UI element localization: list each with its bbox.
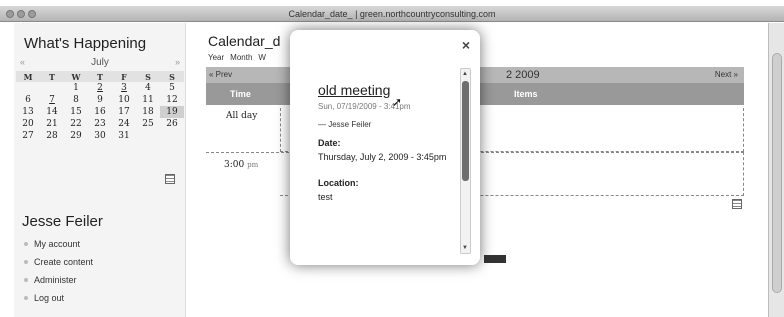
prev-link[interactable]: « Prev [209, 70, 232, 79]
window-title: Calendar_date_ | green.northcountryconsu… [288, 9, 496, 19]
calendar-day-today[interactable]: 19 [160, 106, 184, 118]
all-day-label: All day [226, 111, 258, 121]
weekday-header: F [112, 71, 136, 82]
calendar-day[interactable]: 14 [40, 106, 64, 118]
close-icon[interactable]: × [462, 37, 470, 53]
calendar-day[interactable]: 22 [64, 118, 88, 130]
zoom-window-button[interactable] [28, 10, 36, 18]
page-title: Calendar_d [208, 33, 281, 49]
calendar-header: « July » [16, 56, 184, 68]
ical-feed-icon[interactable] [165, 174, 175, 184]
time-slot-label: 3:00 pm [224, 160, 258, 170]
weekday-header: S [136, 71, 160, 82]
calendar-day [40, 82, 64, 94]
calendar-day[interactable]: 6 [16, 94, 40, 106]
calendar-day[interactable]: 25 [136, 118, 160, 130]
date-label: Date: [318, 138, 341, 148]
window-titlebar: Calendar_date_ | green.northcountryconsu… [0, 6, 784, 22]
calendar-month-label: July [91, 56, 109, 68]
calendar-day[interactable]: 23 [88, 118, 112, 130]
items-column-header: Items [514, 89, 538, 99]
administer-link[interactable]: Administer [22, 271, 93, 289]
popup-scrollbar[interactable]: ▲ ▼ [460, 68, 471, 254]
calendar-next-month[interactable]: » [175, 57, 180, 67]
calendar-day[interactable]: 18 [136, 106, 160, 118]
date-value: Thursday, July 2, 2009 - 3:45pm [318, 152, 447, 162]
event-popup: × old meeting Sun, 07/19/2009 - 3:41pm —… [290, 30, 480, 265]
scroll-down-arrow-icon[interactable]: ▼ [462, 245, 468, 251]
page-scrollbar-thumb[interactable] [772, 53, 782, 293]
log-out-link[interactable]: Log out [22, 289, 93, 307]
calendar-day[interactable]: 24 [112, 118, 136, 130]
calendar-day [16, 82, 40, 94]
page-scrollbar[interactable] [768, 23, 784, 317]
event-author: — Jesse Feiler [318, 120, 372, 129]
weekday-header: M [16, 71, 40, 82]
calendar-day[interactable]: 30 [88, 130, 112, 142]
scroll-up-arrow-icon[interactable]: ▲ [462, 71, 468, 77]
calendar-day[interactable]: 26 [160, 118, 184, 130]
calendar-day-event[interactable]: 3 [112, 82, 136, 94]
calendar-day-event[interactable]: 2 [88, 82, 112, 94]
calendar-day[interactable]: 21 [40, 118, 64, 130]
calendar-day[interactable]: 4 [136, 82, 160, 94]
whats-happening-heading: What's Happening [24, 35, 147, 52]
calendar-day[interactable]: 20 [16, 118, 40, 130]
calendar-day[interactable]: 12 [160, 94, 184, 106]
weekday-header: T [40, 71, 64, 82]
calendar-day [160, 130, 184, 142]
my-account-link[interactable]: My account [22, 235, 93, 253]
hidden-element-fragment [484, 255, 506, 263]
minimize-window-button[interactable] [17, 10, 25, 18]
calendar-day[interactable]: 27 [16, 130, 40, 142]
time-slot-suffix: pm [247, 161, 259, 169]
create-content-link[interactable]: Create content [22, 253, 93, 271]
calendar-day[interactable]: 31 [112, 130, 136, 142]
window-controls [6, 10, 36, 18]
calendar-day[interactable]: 9 [88, 94, 112, 106]
calendar-day[interactable]: 16 [88, 106, 112, 118]
calendar-day[interactable]: 15 [64, 106, 88, 118]
time-column-header: Time [230, 89, 251, 99]
current-date-label: 2 2009 [506, 69, 540, 81]
sidebar: What's Happening « July » M T W T F S S [14, 23, 186, 317]
weekday-header: T [88, 71, 112, 82]
ical-feed-icon[interactable] [732, 199, 742, 209]
mini-calendar: « July » M T W T F S S 1 2 3 4 5 6 7 8 9… [16, 56, 184, 142]
tab-week[interactable]: W [258, 53, 266, 62]
event-title-link[interactable]: old meeting [318, 82, 390, 98]
close-window-button[interactable] [6, 10, 14, 18]
calendar-day[interactable]: 1 [64, 82, 88, 94]
calendar-view-tabs: Year Month W [208, 53, 266, 62]
calendar-grid: M T W T F S S 1 2 3 4 5 6 7 8 9 10 11 12… [16, 71, 184, 142]
calendar-prev-month[interactable]: « [20, 57, 25, 67]
location-value: test [318, 192, 333, 202]
time-slot-hour: 3:00 [224, 160, 245, 170]
calendar-day[interactable]: 17 [112, 106, 136, 118]
calendar-day[interactable]: 13 [16, 106, 40, 118]
calendar-day [136, 130, 160, 142]
calendar-day[interactable]: 10 [112, 94, 136, 106]
mouse-pointer-icon: ➚ [392, 95, 403, 109]
calendar-day-event[interactable]: 7 [40, 94, 64, 106]
tab-year[interactable]: Year [208, 53, 224, 62]
user-links: My account Create content Administer Log… [22, 235, 93, 307]
weekday-header: S [160, 71, 184, 82]
calendar-day[interactable]: 29 [64, 130, 88, 142]
next-link[interactable]: Next » [715, 70, 738, 79]
calendar-day[interactable]: 5 [160, 82, 184, 94]
calendar-day[interactable]: 8 [64, 94, 88, 106]
tab-month[interactable]: Month [230, 53, 252, 62]
calendar-day[interactable]: 11 [136, 94, 160, 106]
popup-scrollbar-thumb[interactable] [462, 81, 469, 181]
location-label: Location: [318, 178, 359, 188]
weekday-header: W [64, 71, 88, 82]
user-name-heading: Jesse Feiler [22, 213, 103, 230]
calendar-day[interactable]: 28 [40, 130, 64, 142]
